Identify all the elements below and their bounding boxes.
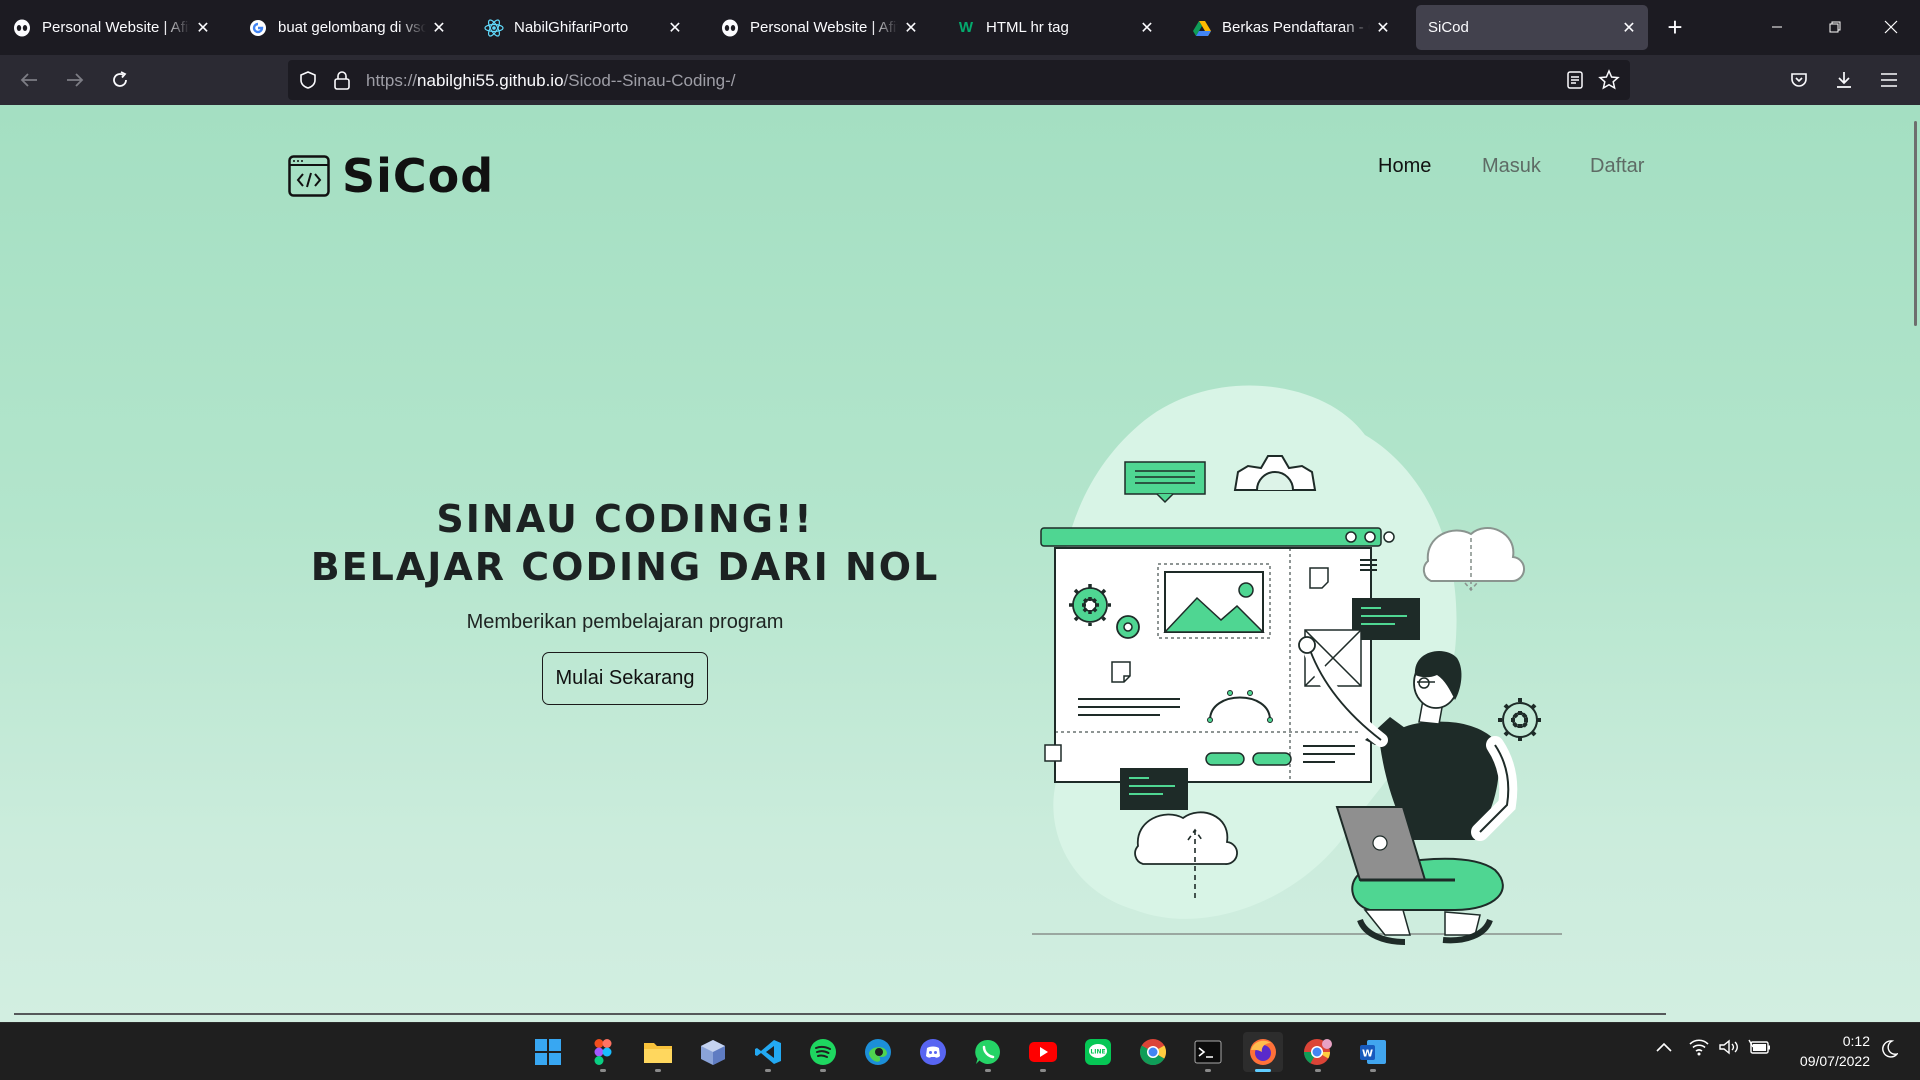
google-icon (248, 18, 268, 38)
code-window-icon (288, 155, 330, 197)
tab-title: Personal Website | Afif Hidayat (42, 19, 190, 36)
tab-title: NabilGhifariPorto (514, 19, 629, 36)
minimize-button[interactable] (1754, 8, 1800, 46)
page-divider (14, 1013, 1666, 1015)
tab-nabilghifariporto[interactable]: NabilGhifariPorto ✕ (472, 5, 694, 50)
tab-sicod[interactable]: SiCod ✕ (1416, 5, 1648, 50)
url-text[interactable]: https://nabilghi55.github.io/Sicod--Sina… (366, 71, 736, 91)
clock-time: 0:12 (1842, 1033, 1870, 1049)
nav-masuk-link[interactable]: Masuk (1482, 155, 1541, 178)
whatsapp-icon[interactable] (968, 1032, 1008, 1072)
tab-title: Personal Website | Afif Hidayat (750, 19, 898, 36)
tab-close-icon[interactable]: ✕ (194, 19, 212, 37)
windows-taskbar: LINE W 0:12 09/07/2022 (0, 1022, 1920, 1080)
shield-icon[interactable] (298, 70, 318, 95)
svg-text:LINE: LINE (1090, 1049, 1105, 1056)
react-icon (484, 18, 504, 38)
spotify-icon[interactable] (803, 1032, 843, 1072)
tab-personal-website-1[interactable]: Personal Website | Afif Hidayat ✕ (0, 5, 222, 50)
tab-html-hr-tag[interactable]: W HTML hr tag ✕ (944, 5, 1166, 50)
menu-icon[interactable] (1872, 63, 1906, 97)
page-viewport: SiCod Home Masuk Daftar Sinau Coding!! B… (0, 105, 1920, 1022)
show-hidden-icons-chevron-icon[interactable] (1655, 1040, 1673, 1056)
file-explorer-icon[interactable] (638, 1032, 678, 1072)
tab-title: SiCod (1428, 19, 1469, 36)
tab-title: Berkas Pendaftaran - Google Drive (1222, 19, 1370, 36)
bookmark-star-icon[interactable] (1598, 69, 1620, 96)
w3-icon: W (958, 19, 974, 36)
nav-home-link[interactable]: Home (1378, 155, 1431, 178)
youtube-icon[interactable] (1023, 1032, 1063, 1072)
url-host: nabilghi55.github.io (417, 71, 564, 90)
tab-close-icon[interactable]: ✕ (430, 19, 448, 37)
tab-close-icon[interactable]: ✕ (1620, 19, 1638, 37)
navigation-toolbar: https://nabilghi55.github.io/Sicod--Sina… (0, 55, 1920, 105)
address-bar[interactable]: https://nabilghi55.github.io/Sicod--Sina… (288, 60, 1630, 100)
edge-icon[interactable] (858, 1032, 898, 1072)
wifi-icon[interactable] (1688, 1038, 1710, 1059)
mulai-sekarang-button[interactable]: Mulai Sekarang (541, 652, 709, 705)
hero-title-line2: Belajar Coding Dari Nol (310, 545, 940, 589)
lock-icon[interactable] (333, 70, 351, 95)
alien-icon (12, 18, 32, 38)
restore-button[interactable] (1812, 8, 1858, 46)
hero-title-line1: Sinau Coding!! (436, 497, 814, 541)
tab-close-icon[interactable]: ✕ (1138, 19, 1156, 37)
focus-assist-moon-icon[interactable] (1880, 1039, 1899, 1062)
terminal-icon[interactable] (1188, 1032, 1228, 1072)
tab-strip: Personal Website | Afif Hidayat ✕ buat g… (0, 0, 1920, 55)
drive-icon (1192, 18, 1212, 38)
nav-daftar-link[interactable]: Daftar (1590, 155, 1644, 178)
clock-date: 09/07/2022 (1799, 1053, 1870, 1069)
firefox-icon[interactable] (1243, 1032, 1283, 1072)
windows-start-icon[interactable] (528, 1032, 568, 1072)
volume-icon[interactable] (1718, 1038, 1740, 1059)
reload-button[interactable] (103, 63, 137, 97)
url-path: /Sicod--Sinau-Coding-/ (563, 71, 736, 90)
close-window-button[interactable] (1868, 8, 1914, 46)
tab-close-icon[interactable]: ✕ (666, 19, 684, 37)
tab-close-icon[interactable]: ✕ (902, 19, 920, 37)
svg-text:W: W (1362, 1049, 1373, 1060)
line-icon[interactable]: LINE (1078, 1032, 1118, 1072)
alien-icon (720, 18, 740, 38)
discord-icon[interactable] (913, 1032, 953, 1072)
developer-illustration (1032, 385, 1562, 945)
vscode-icon[interactable] (748, 1032, 788, 1072)
tab-title: HTML hr tag (986, 19, 1069, 36)
forward-button[interactable] (58, 63, 92, 97)
url-scheme: https:// (366, 71, 418, 90)
tab-google-search[interactable]: buat gelombang di vscode ✕ (236, 5, 458, 50)
site-logo[interactable]: SiCod (288, 149, 494, 203)
reader-view-icon[interactable] (1566, 70, 1584, 95)
figma-icon[interactable] (583, 1032, 623, 1072)
new-tab-button[interactable]: + (1660, 12, 1690, 42)
chrome-icon[interactable] (1133, 1032, 1173, 1072)
pocket-icon[interactable] (1782, 63, 1816, 97)
tab-close-icon[interactable]: ✕ (1374, 19, 1392, 37)
brand-name: SiCod (342, 149, 495, 203)
battery-charging-icon[interactable] (1748, 1038, 1772, 1059)
tab-google-drive[interactable]: Berkas Pendaftaran - Google Drive ✕ (1180, 5, 1402, 50)
tab-personal-website-2[interactable]: Personal Website | Afif Hidayat ✕ (708, 5, 930, 50)
tab-title: buat gelombang di vscode (278, 19, 426, 36)
system-clock[interactable]: 0:12 09/07/2022 (1800, 1031, 1870, 1071)
chrome-profile-icon[interactable] (1298, 1032, 1338, 1072)
word-icon[interactable]: W (1353, 1032, 1393, 1072)
downloads-icon[interactable] (1827, 63, 1861, 97)
back-button[interactable] (12, 63, 46, 97)
scrollbar-thumb[interactable] (1914, 121, 1917, 326)
virtualbox-icon[interactable] (693, 1032, 733, 1072)
